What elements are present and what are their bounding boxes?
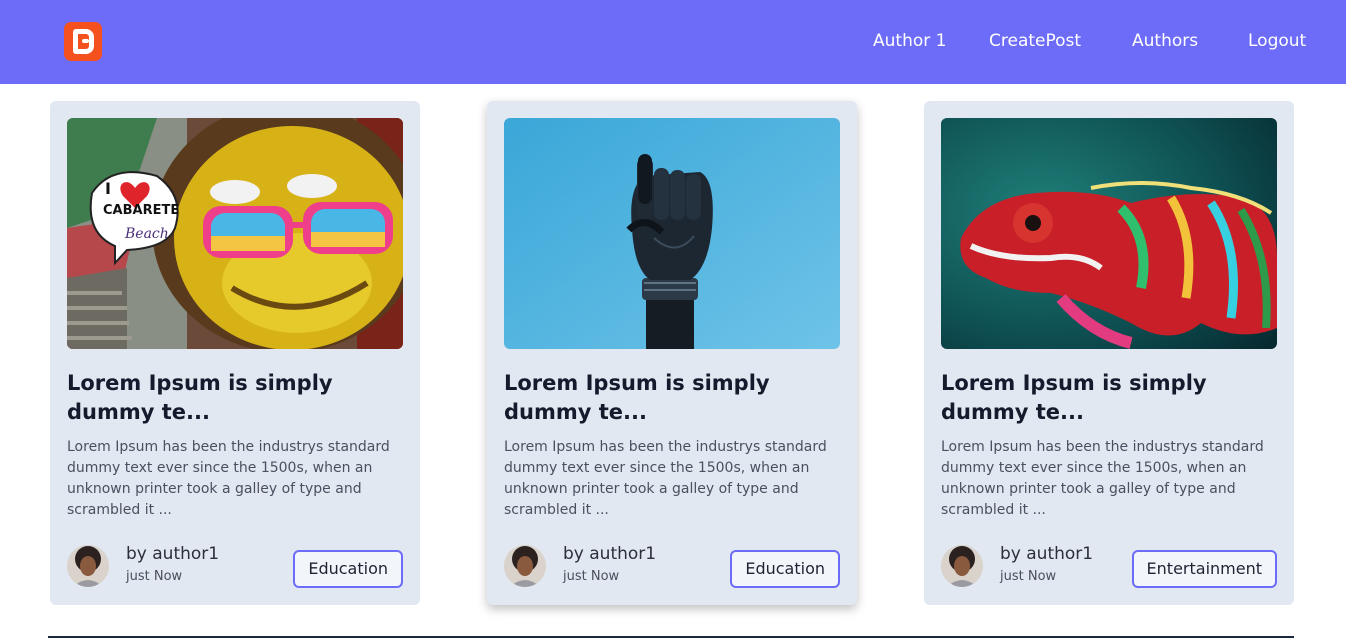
author-avatar-image: [504, 545, 546, 587]
post-title[interactable]: Lorem Ipsum is simply dummy te...: [67, 369, 407, 427]
post-title[interactable]: Lorem Ipsum is simply dummy te...: [941, 369, 1281, 427]
post-excerpt: Lorem Ipsum has been the industrys stand…: [67, 439, 390, 518]
post-card[interactable]: CABARETE Beach I Lorem Ipsum is simply d…: [50, 101, 420, 605]
author-avatar[interactable]: [504, 545, 546, 587]
nav-link-create-post[interactable]: CreatePost: [989, 30, 1081, 52]
post-image-chameleon[interactable]: [941, 118, 1277, 349]
post-excerpt: Lorem Ipsum has been the industrys stand…: [504, 439, 827, 518]
blogger-logo-icon[interactable]: [64, 22, 102, 61]
post-image-graffiti-monkey[interactable]: CABARETE Beach I: [67, 118, 403, 349]
author-avatar[interactable]: [67, 545, 109, 587]
author-name[interactable]: by author1: [563, 543, 656, 565]
robot-hand-image: [504, 118, 840, 349]
author-name[interactable]: by author1: [1000, 543, 1093, 565]
author-avatar[interactable]: [941, 545, 983, 587]
post-time: just Now: [563, 569, 620, 584]
svg-text:Beach: Beach: [124, 226, 169, 242]
svg-text:I: I: [105, 179, 111, 198]
nav-link-logout[interactable]: Logout: [1248, 30, 1306, 52]
svg-text:CABARETE: CABARETE: [103, 203, 179, 218]
graffiti-monkey-image: CABARETE Beach I: [67, 118, 403, 349]
author-avatar-image: [67, 545, 109, 587]
author-avatar-image: [941, 545, 983, 587]
author-name[interactable]: by author1: [126, 543, 219, 565]
category-tag[interactable]: Entertainment: [1131, 550, 1277, 588]
post-card[interactable]: Lorem Ipsum is simply dummy te... Lorem …: [924, 101, 1294, 605]
post-card[interactable]: Lorem Ipsum is simply dummy te... Lorem …: [487, 101, 857, 605]
post-time: just Now: [126, 569, 183, 584]
navbar: Author 1 CreatePost Authors Logout: [0, 0, 1346, 84]
nav-link-authors[interactable]: Authors: [1132, 30, 1198, 52]
category-tag[interactable]: Education: [730, 550, 840, 588]
post-image-robot-hand[interactable]: [504, 118, 840, 349]
post-excerpt: Lorem Ipsum has been the industrys stand…: [941, 439, 1264, 518]
nav-link-author-1[interactable]: Author 1: [873, 30, 946, 52]
category-tag[interactable]: Education: [293, 550, 403, 588]
post-time: just Now: [1000, 569, 1057, 584]
post-title[interactable]: Lorem Ipsum is simply dummy te...: [504, 369, 844, 427]
chameleon-image: [941, 118, 1277, 349]
